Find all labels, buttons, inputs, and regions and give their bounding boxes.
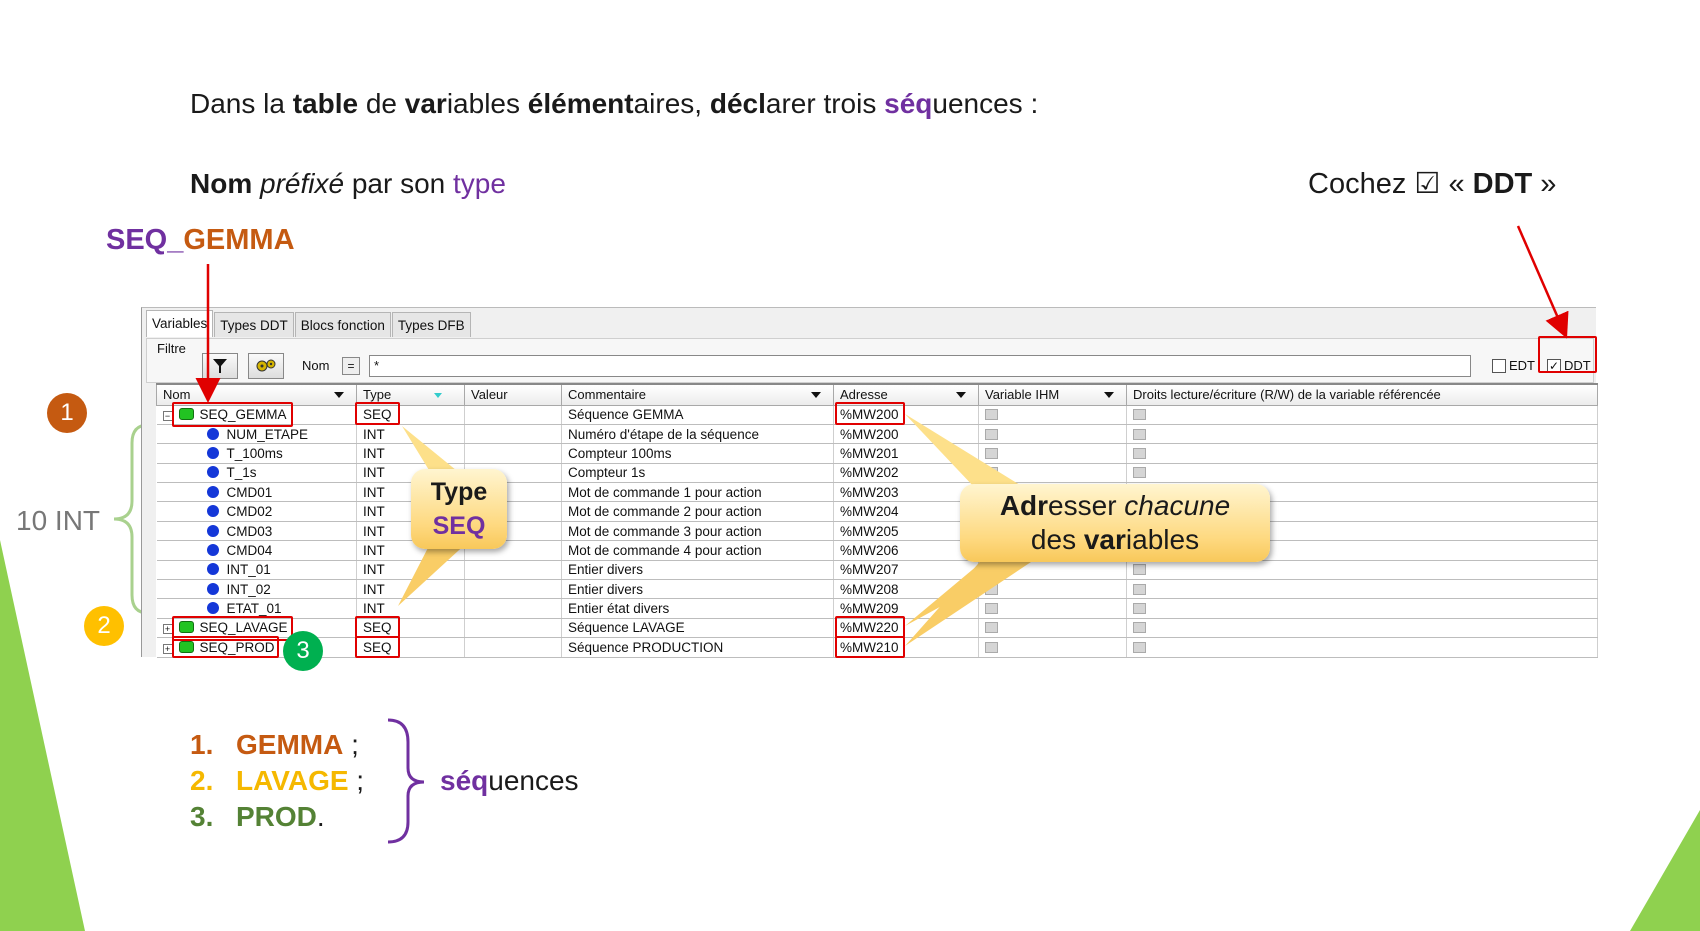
badge-3: 3 bbox=[283, 631, 323, 671]
badge-2: 2 bbox=[84, 606, 124, 646]
addr-callout-line2: des variables bbox=[1030, 524, 1200, 555]
list-item: 3. PROD. bbox=[190, 801, 325, 832]
addr-callout-line1: Adresser chacune bbox=[999, 490, 1231, 521]
address-callout: Adresser chacune des variables bbox=[960, 484, 1270, 562]
sequences-word: séquences bbox=[440, 765, 579, 796]
list-item: 2. LAVAGE ; bbox=[190, 765, 365, 796]
type-callout-line1: Type bbox=[430, 478, 488, 506]
list-item: 1. GEMMA ; bbox=[190, 729, 359, 760]
type-callout-line2: SEQ bbox=[432, 512, 486, 540]
sequence-list: 1. GEMMA ; 2. LAVAGE ; 3. PROD. bbox=[190, 727, 364, 835]
type-seq-callout: Type SEQ bbox=[411, 469, 507, 549]
badge-1: 1 bbox=[47, 393, 87, 433]
